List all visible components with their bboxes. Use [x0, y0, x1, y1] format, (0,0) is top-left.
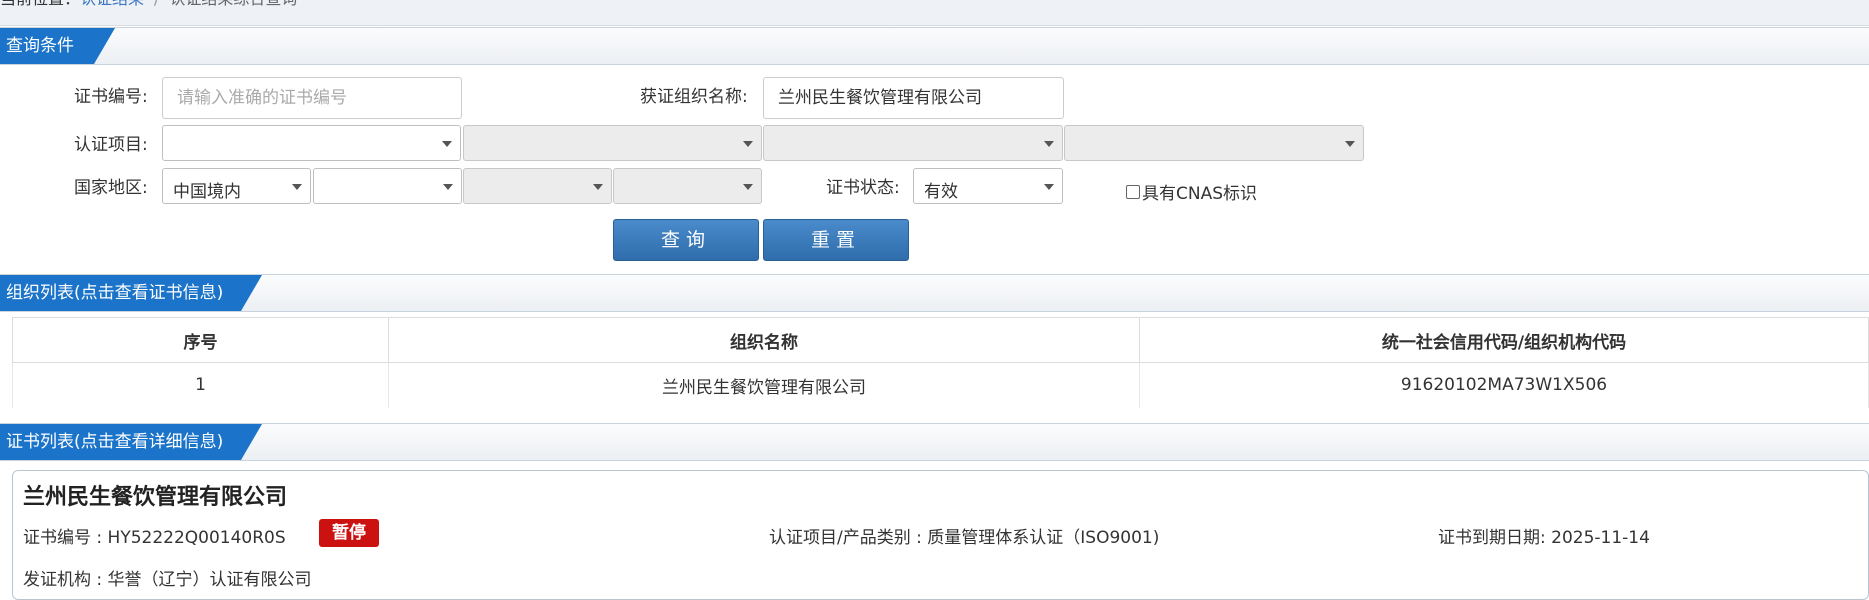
breadcrumb-current: 认证结果综合查询 [169, 0, 297, 8]
region-select-2[interactable] [313, 168, 462, 204]
cell-credit-code: 91620102MA73W1X506 [1139, 362, 1869, 408]
region-select-1[interactable]: 中国境内 [162, 168, 311, 204]
chevron-down-icon [1044, 184, 1054, 190]
region-select-3[interactable] [463, 168, 612, 204]
org-section-header: 组织列表(点击查看证书信息) [0, 274, 1869, 312]
cert-no-label: 证书编号: [74, 87, 148, 107]
org-name-input[interactable]: 兰州民生餐饮管理有限公司 [763, 77, 1064, 119]
chevron-down-icon [593, 184, 603, 190]
status-select[interactable]: 有效 [913, 168, 1063, 204]
project-select-4[interactable] [1064, 125, 1364, 161]
chevron-down-icon [442, 141, 452, 147]
reset-button[interactable]: 重置 [763, 219, 909, 261]
cert-section-header: 证书列表(点击查看详细信息) [0, 423, 1869, 461]
region-select-4[interactable] [613, 168, 762, 204]
chevron-down-icon [743, 184, 753, 190]
cert-expiry: 证书到期日期: 2025-11-14 [1438, 528, 1650, 548]
table-header-row: 序号 组织名称 统一社会信用代码/组织机构代码 [12, 317, 1869, 363]
cert-org-name[interactable]: 兰州民生餐饮管理有限公司 [23, 479, 287, 511]
project-label: 认证项目: [74, 135, 148, 155]
chevron-down-icon [292, 184, 302, 190]
chevron-down-icon [1345, 141, 1355, 147]
query-section-title: 查询条件 [0, 28, 115, 64]
status-label: 证书状态: [826, 178, 900, 198]
cert-card[interactable]: 兰州民生餐饮管理有限公司 证书编号 : HY52222Q00140R0S 暂停 … [12, 470, 1869, 600]
region-label: 国家地区: [74, 178, 148, 198]
table-row[interactable]: 1 兰州民生餐饮管理有限公司 91620102MA73W1X506 [12, 362, 1869, 408]
query-section-header: 查询条件 [0, 27, 1869, 65]
breadcrumb-prefix: 当前位置： [0, 0, 80, 8]
search-button[interactable]: 查询 [613, 219, 759, 261]
status-badge: 暂停 [319, 519, 379, 547]
chevron-down-icon [443, 184, 453, 190]
chevron-down-icon [1044, 141, 1054, 147]
cnas-checkbox[interactable]: 具有CNAS标识 [1126, 179, 1257, 204]
cell-index: 1 [12, 362, 389, 408]
org-section-title: 组织列表(点击查看证书信息) [0, 275, 262, 311]
checkbox-box[interactable] [1126, 184, 1140, 199]
chevron-down-icon [743, 141, 753, 147]
cert-no: 证书编号 : HY52222Q00140R0S [23, 528, 286, 548]
org-name-value: 兰州民生餐饮管理有限公司 [778, 88, 982, 108]
cell-org-name[interactable]: 兰州民生餐饮管理有限公司 [388, 362, 1140, 408]
cert-section-title: 证书列表(点击查看详细信息) [0, 424, 262, 460]
org-name-label: 获证组织名称: [640, 87, 748, 107]
breadcrumb-separator: / [154, 0, 159, 8]
cert-issuer: 发证机构 : 华誉（辽宁）认证有限公司 [23, 570, 312, 590]
column-header-credit-code: 统一社会信用代码/组织机构代码 [1139, 317, 1869, 363]
column-header-index: 序号 [12, 317, 389, 363]
cnas-label: 具有CNAS标识 [1142, 184, 1258, 204]
org-table: 序号 组织名称 统一社会信用代码/组织机构代码 1 兰州民生餐饮管理有限公司 9… [12, 317, 1869, 408]
cert-project: 认证项目/产品类别 : 质量管理体系认证（ISO9001) [769, 528, 1160, 548]
column-header-org-name: 组织名称 [388, 317, 1140, 363]
breadcrumb: 当前位置：认证结果 / 认证结果综合查询 [0, 0, 1869, 26]
project-select-3[interactable] [763, 125, 1063, 161]
project-select-1[interactable] [162, 125, 461, 161]
breadcrumb-link[interactable]: 认证结果 [80, 0, 144, 8]
cert-no-input[interactable] [162, 77, 462, 119]
project-select-2[interactable] [463, 125, 762, 161]
